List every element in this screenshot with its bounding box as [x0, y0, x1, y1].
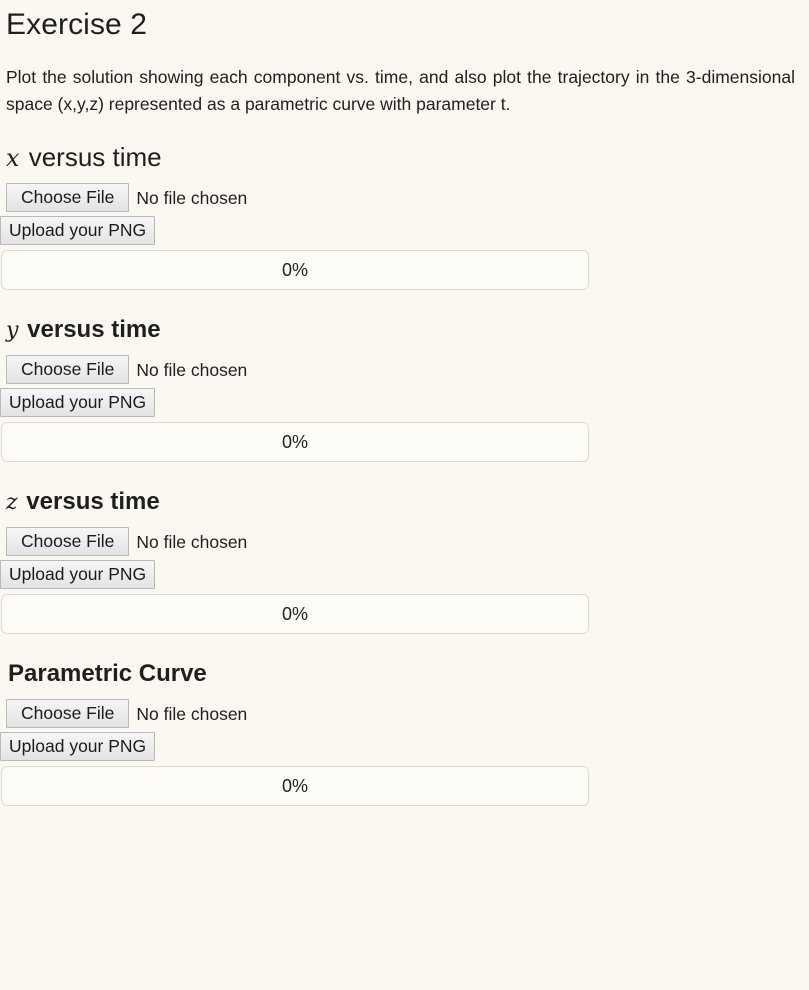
upload-png-button-parametric-curve[interactable]: Upload your PNG — [0, 732, 156, 761]
file-status-x: No file chosen — [136, 187, 248, 208]
section-heading-text-parametric-curve: Parametric Curve — [8, 660, 207, 687]
choose-file-button-x[interactable]: Choose File — [6, 183, 130, 212]
upload-section-z: z versus time Choose File No file chosen… — [0, 462, 801, 634]
file-input-row-parametric-curve: Choose File No file chosen — [6, 689, 801, 728]
file-input-row-z: Choose File No file chosen — [6, 517, 801, 556]
file-status-parametric-curve: No file chosen — [136, 703, 248, 724]
choose-file-button-parametric-curve[interactable]: Choose File — [6, 699, 130, 728]
upload-section-x: x versus time Choose File No file chosen… — [0, 118, 801, 290]
section-heading-parametric-curve: Parametric Curve — [6, 634, 801, 689]
upload-section-y: y versus time Choose File No file chosen… — [0, 290, 801, 462]
section-heading-text-x: versus time — [21, 142, 162, 172]
upload-png-button-y[interactable]: Upload your PNG — [0, 388, 156, 417]
math-variable-y: y — [6, 318, 19, 343]
upload-progress-bar-x: 0% — [1, 250, 589, 290]
file-status-z: No file chosen — [136, 531, 248, 552]
exercise-description: Plot the solution showing each component… — [6, 67, 795, 114]
upload-progress-label-x: 0% — [281, 260, 308, 280]
file-status-y: No file chosen — [136, 359, 248, 380]
math-variable-x: x — [6, 144, 20, 172]
upload-progress-bar-z: 0% — [1, 594, 589, 634]
upload-png-button-z[interactable]: Upload your PNG — [0, 560, 156, 589]
upload-progress-label-parametric-curve: 0% — [281, 776, 308, 796]
section-heading-text-y: versus time — [20, 316, 161, 343]
section-heading-text-z: versus time — [19, 488, 160, 515]
choose-file-button-y[interactable]: Choose File — [6, 355, 130, 384]
page-title: Exercise 2 — [6, 8, 148, 41]
upload-progress-bar-y: 0% — [1, 422, 589, 462]
upload-png-button-x[interactable]: Upload your PNG — [0, 216, 156, 245]
choose-file-button-z[interactable]: Choose File — [6, 527, 130, 556]
math-variable-z: z — [6, 490, 18, 515]
file-input-row-y: Choose File No file chosen — [6, 345, 801, 384]
upload-progress-label-y: 0% — [281, 432, 308, 452]
section-heading-y: y versus time — [6, 290, 801, 345]
upload-progress-label-z: 0% — [281, 604, 308, 624]
section-heading-x: x versus time — [6, 118, 801, 173]
upload-section-parametric-curve: Parametric Curve Choose File No file cho… — [0, 634, 801, 806]
upload-progress-bar-parametric-curve: 0% — [1, 766, 589, 806]
exercise-page: Exercise 2 Plot the solution showing eac… — [0, 0, 809, 806]
file-input-row-x: Choose File No file chosen — [6, 173, 801, 212]
section-heading-z: z versus time — [6, 462, 801, 517]
